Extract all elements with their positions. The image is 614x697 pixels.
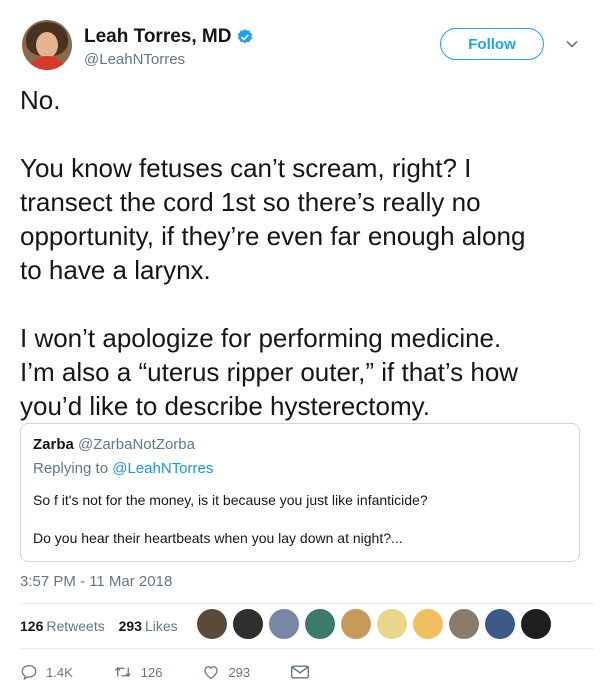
verified-badge-icon [238, 29, 253, 44]
reply-icon [21, 664, 37, 681]
quoted-name: Zarba [33, 436, 74, 453]
reply-count: 1.4K [46, 664, 73, 680]
liker-avatar[interactable] [304, 608, 336, 640]
tweet-stats: 126 Retweets 293 Likes [20, 618, 178, 634]
liker-avatar[interactable] [376, 608, 408, 640]
tweet-line: You know fetuses can’t scream, right? I [20, 153, 472, 183]
reply-button[interactable]: 1.4K [20, 663, 73, 681]
retweet-button[interactable]: 126 [113, 663, 163, 681]
quoted-author: Zarba @ZarbaNotZorba [33, 436, 195, 453]
chevron-down-icon[interactable] [564, 36, 580, 52]
follow-button[interactable]: Follow [440, 28, 544, 60]
retweets-stat[interactable]: 126 Retweets [20, 618, 105, 634]
tweet-line: I’m also a “uterus ripper outer,” if tha… [20, 357, 519, 387]
liker-avatar[interactable] [268, 608, 300, 640]
likes-label: Likes [144, 618, 178, 634]
retweets-label: Retweets [46, 618, 105, 634]
likes-count: 293 [118, 618, 142, 634]
retweet-icon [114, 666, 131, 678]
tweet-paragraph: No. [20, 85, 61, 115]
tweet-text: No. You know fetuses can’t scream, right… [20, 83, 590, 423]
liker-avatar[interactable] [340, 608, 372, 640]
liker-avatar[interactable] [448, 608, 480, 640]
tweet-line: you’d like to describe hysterectomy. [20, 391, 430, 421]
liker-avatar[interactable] [484, 608, 516, 640]
user-handle[interactable]: @LeahNTorres [84, 51, 254, 68]
direct-message-button[interactable] [290, 663, 318, 681]
heart-icon [204, 666, 219, 680]
like-button[interactable]: 293 [202, 663, 250, 681]
liker-avatar[interactable] [196, 608, 228, 640]
replying-to-handle[interactable]: @LeahNTorres [112, 460, 213, 477]
envelope-icon [291, 665, 310, 679]
display-name[interactable]: Leah Torres, MD [84, 26, 231, 48]
retweet-count: 126 [140, 664, 163, 680]
quoted-text-line: So f it's not for the money, is it becau… [33, 492, 428, 508]
replying-to-label: Replying to [33, 460, 113, 477]
tweet-line: to have a larynx. [20, 255, 211, 285]
replying-to: Replying to @LeahNTorres [33, 460, 213, 477]
tweet-line: transect the cord 1st so there’s really … [20, 187, 481, 217]
quoted-handle: @ZarbaNotZorba [78, 436, 195, 453]
like-count: 293 [228, 664, 251, 680]
quoted-text-line: Do you hear their heartbeats when you la… [33, 530, 403, 546]
tweet-timestamp[interactable]: 3:57 PM - 11 Mar 2018 [20, 573, 172, 590]
likes-stat[interactable]: 293 Likes [119, 618, 178, 634]
avatar[interactable] [22, 20, 72, 70]
user-info: Leah Torres, MD @LeahNTorres [84, 26, 254, 68]
quoted-tweet[interactable]: Zarba @ZarbaNotZorba Replying to @LeahNT… [20, 423, 580, 562]
tweet-header: Leah Torres, MD @LeahNTorres Follow [22, 20, 594, 80]
liker-avatars [196, 608, 556, 640]
liker-avatar[interactable] [520, 608, 552, 640]
action-bar: 1.4K 126 293 [20, 663, 358, 681]
liker-avatar[interactable] [232, 608, 264, 640]
tweet-line: I won’t apologize for performing medicin… [20, 323, 502, 353]
divider [20, 648, 594, 649]
display-name-row[interactable]: Leah Torres, MD [84, 26, 254, 48]
divider [20, 603, 594, 604]
liker-avatar[interactable] [412, 608, 444, 640]
tweet-line: opportunity, if they’re even far enough … [20, 221, 526, 251]
retweets-count: 126 [20, 618, 44, 634]
